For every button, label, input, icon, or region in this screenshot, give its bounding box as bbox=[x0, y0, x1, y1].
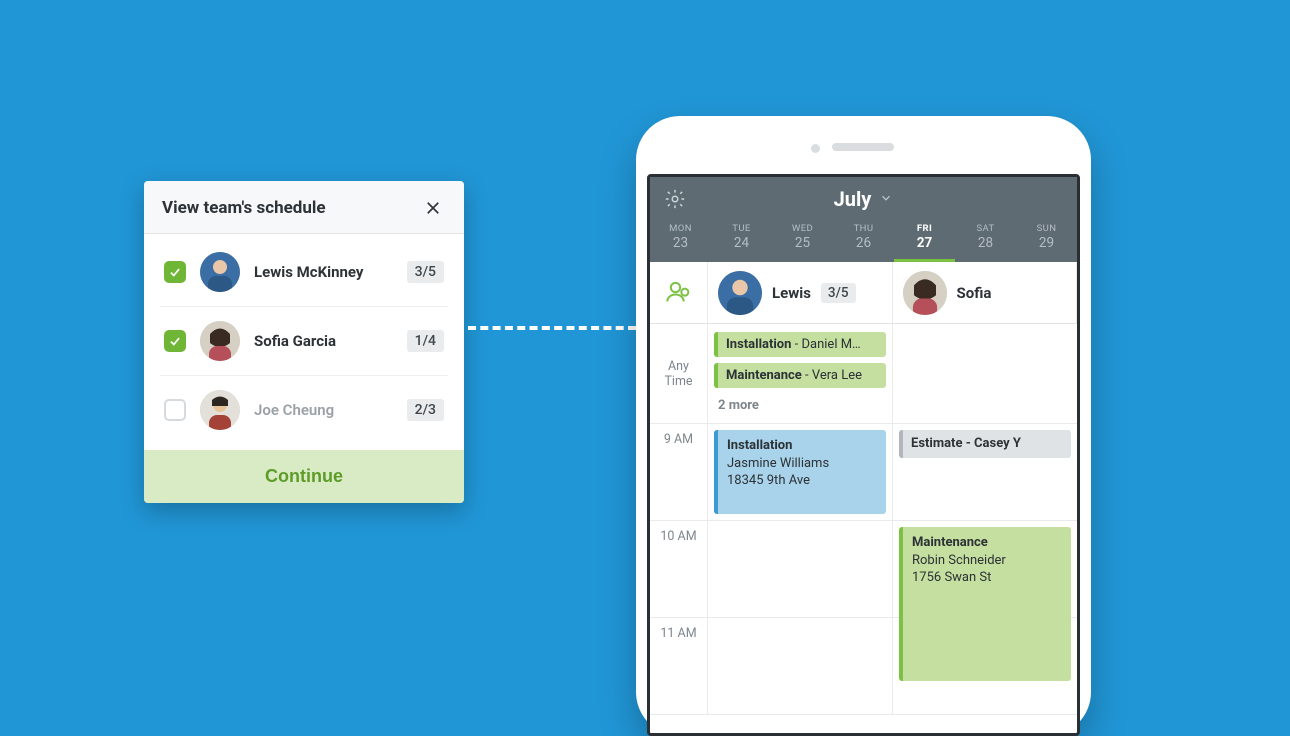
member-ratio-badge: 2/3 bbox=[407, 399, 444, 421]
phone-screen: July MON23 TUE24 WED25 THU26 FRI27 SAT28… bbox=[647, 174, 1080, 736]
people-header-row: Lewis 3/5 Sofia bbox=[650, 262, 1077, 324]
calendar-header: July MON23 TUE24 WED25 THU26 FRI27 SAT28… bbox=[650, 177, 1077, 262]
cell-sofia-9am: Estimate - Casey Y bbox=[893, 424, 1077, 520]
anytime-label: AnyTime bbox=[650, 324, 708, 423]
connector-line bbox=[468, 326, 636, 330]
chevron-down-icon bbox=[879, 190, 893, 209]
day-tue[interactable]: TUE24 bbox=[711, 218, 772, 262]
avatar bbox=[903, 271, 947, 315]
time-label-11am: 11 AM bbox=[650, 618, 708, 714]
people-icon bbox=[665, 277, 693, 309]
row-11am: 11 AM bbox=[650, 618, 1077, 715]
month-label: July bbox=[834, 187, 872, 211]
member-name: Sofia Garcia bbox=[254, 332, 393, 350]
cell-sofia-11am bbox=[893, 618, 1077, 714]
continue-button[interactable]: Continue bbox=[144, 450, 464, 503]
event-estimate[interactable]: Estimate - Casey Y bbox=[899, 430, 1071, 458]
avatar bbox=[200, 252, 240, 292]
person-column-lewis[interactable]: Lewis 3/5 bbox=[708, 262, 893, 323]
person-ratio-badge: 3/5 bbox=[821, 283, 856, 303]
member-list: Lewis McKinney 3/5 Sofia Garcia 1/4 Joe … bbox=[144, 234, 464, 450]
cell-lewis-9am: Installation Jasmine Williams 18345 9th … bbox=[708, 424, 893, 520]
anytime-cell-sofia bbox=[893, 324, 1077, 423]
time-label-10am: 10 AM bbox=[650, 521, 708, 617]
checkbox-checked[interactable] bbox=[164, 330, 186, 352]
row-9am: 9 AM Installation Jasmine Williams 18345… bbox=[650, 424, 1077, 521]
person-column-sofia[interactable]: Sofia bbox=[893, 262, 1078, 323]
team-schedule-dialog: View team's schedule Lewis McKinney 3/5 … bbox=[144, 181, 464, 503]
cell-sofia-10am: Maintenance Robin Schneider 1756 Swan St bbox=[893, 521, 1077, 617]
member-ratio-badge: 3/5 bbox=[407, 261, 444, 283]
close-button[interactable] bbox=[420, 195, 446, 221]
member-name: Joe Cheung bbox=[254, 401, 393, 419]
member-ratio-badge: 1/4 bbox=[407, 330, 444, 352]
checkbox-checked[interactable] bbox=[164, 261, 186, 283]
member-row[interactable]: Joe Cheung 2/3 bbox=[160, 376, 448, 444]
anytime-event[interactable]: Maintenance - Vera Lee bbox=[714, 363, 886, 388]
person-name: Lewis bbox=[772, 284, 811, 302]
day-sun[interactable]: SUN29 bbox=[1016, 218, 1077, 262]
anytime-event[interactable]: Installation - Daniel M… bbox=[714, 332, 886, 357]
phone-frame: July MON23 TUE24 WED25 THU26 FRI27 SAT28… bbox=[636, 116, 1091, 736]
check-icon bbox=[168, 334, 182, 348]
dialog-header: View team's schedule bbox=[144, 181, 464, 234]
avatar bbox=[718, 271, 762, 315]
day-sat[interactable]: SAT28 bbox=[955, 218, 1016, 262]
time-label-9am: 9 AM bbox=[650, 424, 708, 520]
day-thu[interactable]: THU26 bbox=[833, 218, 894, 262]
day-fri[interactable]: FRI27 bbox=[894, 218, 955, 262]
more-link[interactable]: 2 more bbox=[714, 396, 763, 415]
person-name: Sofia bbox=[957, 284, 992, 302]
checkbox-unchecked[interactable] bbox=[164, 399, 186, 421]
anytime-row: AnyTime Installation - Daniel M… Mainten… bbox=[650, 324, 1077, 424]
people-icon-cell[interactable] bbox=[650, 262, 708, 323]
close-icon bbox=[424, 199, 442, 217]
calendar-body[interactable]: AnyTime Installation - Daniel M… Mainten… bbox=[650, 324, 1077, 733]
cell-lewis-10am bbox=[708, 521, 893, 617]
dialog-title: View team's schedule bbox=[162, 198, 326, 218]
month-selector[interactable]: July bbox=[688, 187, 1039, 211]
day-wed[interactable]: WED25 bbox=[772, 218, 833, 262]
day-mon[interactable]: MON23 bbox=[650, 218, 711, 262]
member-row[interactable]: Lewis McKinney 3/5 bbox=[160, 238, 448, 307]
cell-lewis-11am bbox=[708, 618, 893, 714]
check-icon bbox=[168, 265, 182, 279]
avatar bbox=[200, 321, 240, 361]
row-10am: 10 AM Maintenance Robin Schneider 1756 S… bbox=[650, 521, 1077, 618]
member-name: Lewis McKinney bbox=[254, 263, 393, 281]
event-installation[interactable]: Installation Jasmine Williams 18345 9th … bbox=[714, 430, 886, 514]
day-row: MON23 TUE24 WED25 THU26 FRI27 SAT28 SUN2… bbox=[650, 218, 1077, 262]
avatar bbox=[200, 390, 240, 430]
anytime-cell-lewis: Installation - Daniel M… Maintenance - V… bbox=[708, 324, 893, 423]
gear-icon bbox=[664, 188, 686, 210]
settings-button[interactable] bbox=[662, 186, 688, 212]
member-row[interactable]: Sofia Garcia 1/4 bbox=[160, 307, 448, 376]
